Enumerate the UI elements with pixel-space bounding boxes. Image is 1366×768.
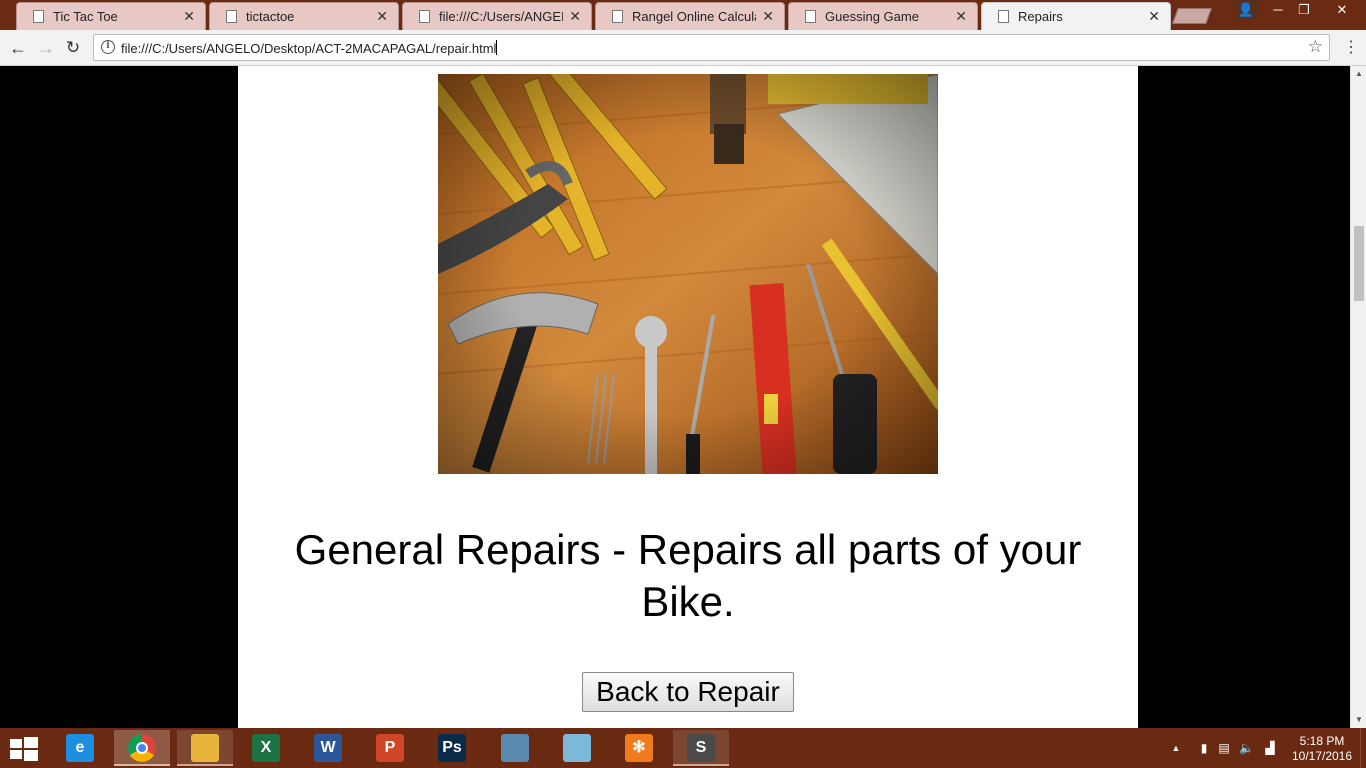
page-icon: [33, 10, 44, 23]
tray-chevron-icon[interactable]: ▲: [1169, 741, 1183, 755]
photoshop-icon: Ps: [438, 734, 466, 762]
tab-file-url[interactable]: file:///C:/Users/ANGELO/ ✕: [402, 2, 592, 30]
browser-toolbar: ← → ↻ i file:///C:/Users/ANGELO/Desktop/…: [0, 30, 1366, 66]
tab-tic-tac-toe[interactable]: Tic Tac Toe ✕: [16, 2, 206, 30]
taskbar-app-file-explorer[interactable]: [177, 730, 233, 766]
tab-title: tictactoe: [246, 9, 295, 24]
sublime-text-icon: S: [687, 734, 715, 762]
scrollbar-thumb[interactable]: [1354, 226, 1364, 301]
tab-close-icon[interactable]: ✕: [955, 8, 967, 24]
tab-tictactoe[interactable]: tictactoe ✕: [209, 2, 399, 30]
taskbar-app-powerpoint[interactable]: P: [362, 730, 418, 766]
tab-title: Rangel Online Calculator: [632, 9, 756, 24]
content-panel: General Repairs - Repairs all parts of y…: [238, 66, 1138, 728]
word-icon: W: [314, 734, 342, 762]
back-to-repair-button[interactable]: Back to Repair: [582, 672, 794, 712]
url-value[interactable]: file:///C:/Users/ANGELO/Desktop/ACT-2MAC…: [121, 41, 496, 56]
tab-close-icon[interactable]: ✕: [183, 8, 195, 24]
taskbar-app-internet-explorer[interactable]: e: [52, 730, 108, 766]
page-icon: [419, 10, 430, 23]
text-caret: [496, 40, 498, 55]
google-chrome-icon: [128, 734, 156, 762]
excel-icon: X: [252, 734, 280, 762]
powerpoint-icon: P: [376, 734, 404, 762]
tab-close-icon[interactable]: ✕: [569, 8, 581, 24]
taskbar-app-sublime-text[interactable]: S: [673, 730, 729, 766]
clock-date[interactable]: 10/17/2016: [1290, 749, 1354, 763]
network-icon[interactable]: ▤: [1217, 741, 1231, 755]
notepad-editor-icon: [563, 734, 591, 762]
minimize-icon[interactable]: ─: [1266, 0, 1290, 20]
volume-icon[interactable]: 🔈: [1239, 741, 1254, 755]
info-icon[interactable]: i: [101, 40, 115, 54]
browser-tab-strip: Tic Tac Toe ✕ tictactoe ✕ file:///C:/Use…: [0, 0, 1366, 30]
taskbar-app-mysql-installer[interactable]: [487, 730, 543, 766]
page-icon: [612, 10, 623, 23]
profile-icon[interactable]: 👤: [1235, 0, 1257, 20]
restore-icon[interactable]: ❐: [1292, 0, 1316, 20]
taskbar-app-notepad-editor[interactable]: [549, 730, 605, 766]
bookmark-star-icon[interactable]: ☆: [1308, 37, 1323, 57]
tab-guessing-game[interactable]: Guessing Game ✕: [788, 2, 978, 30]
back-arrow-icon[interactable]: ←: [7, 37, 29, 59]
new-tab-button[interactable]: [1172, 8, 1212, 24]
scroll-down-arrow-icon[interactable]: ▼: [1351, 714, 1366, 726]
tab-title: Tic Tac Toe: [53, 9, 118, 24]
page-viewport: General Repairs - Repairs all parts of y…: [0, 66, 1350, 728]
page-heading: General Repairs - Repairs all parts of y…: [294, 526, 1082, 625]
tab-rangel-online-calculator[interactable]: Rangel Online Calculator ✕: [595, 2, 785, 30]
taskbar-app-word[interactable]: W: [300, 730, 356, 766]
system-tray: ▲ ▮ ▤ 🔈 ▟: [1165, 728, 1285, 768]
page-icon: [805, 10, 816, 23]
file-explorer-icon: [191, 734, 219, 762]
tab-title: Repairs: [1018, 9, 1063, 24]
clock-time[interactable]: 5:18 PM: [1296, 734, 1348, 748]
windows-taskbar: e X W P Ps ✻ S ▲ ▮ ▤ 🔈 ▟ 5:18 PM 10/17/2016: [0, 728, 1366, 768]
mysql-installer-icon: [501, 734, 529, 762]
close-window-icon[interactable]: ✕: [1324, 0, 1360, 20]
taskbar-app-google-chrome[interactable]: [114, 730, 170, 766]
taskbar-app-xampp[interactable]: ✻: [611, 730, 667, 766]
show-desktop-button[interactable]: [1360, 728, 1366, 768]
tab-close-icon[interactable]: ✕: [376, 8, 388, 24]
tab-close-icon[interactable]: ✕: [1148, 8, 1160, 24]
signal-icon[interactable]: ▟: [1263, 741, 1277, 755]
page-icon: [226, 10, 237, 23]
tab-title: file:///C:/Users/ANGELO/: [439, 9, 563, 24]
taskbar-app-photoshop[interactable]: Ps: [424, 730, 480, 766]
windows-start-icon[interactable]: [8, 736, 40, 762]
browser-menu-icon[interactable]: ⋮: [1343, 38, 1359, 58]
tab-repairs[interactable]: Repairs ✕: [981, 2, 1171, 30]
taskbar-app-excel[interactable]: X: [238, 730, 294, 766]
tools-image: [438, 74, 938, 474]
vertical-scrollbar[interactable]: ▲ ▼: [1350, 66, 1366, 728]
xampp-icon: ✻: [625, 734, 653, 762]
forward-arrow-icon[interactable]: →: [35, 37, 57, 59]
tab-title: Guessing Game: [825, 9, 919, 24]
internet-explorer-icon: e: [66, 734, 94, 762]
page-icon: [998, 10, 1009, 23]
scroll-up-arrow-icon[interactable]: ▲: [1351, 68, 1366, 80]
reload-icon[interactable]: ↻: [62, 37, 84, 59]
tab-close-icon[interactable]: ✕: [762, 8, 774, 24]
battery-icon[interactable]: ▮: [1197, 741, 1211, 755]
url-text[interactable]: file:///C:/Users/ANGELO/Desktop/ACT-2MAC…: [121, 40, 498, 57]
address-bar[interactable]: i file:///C:/Users/ANGELO/Desktop/ACT-2M…: [93, 34, 1330, 61]
